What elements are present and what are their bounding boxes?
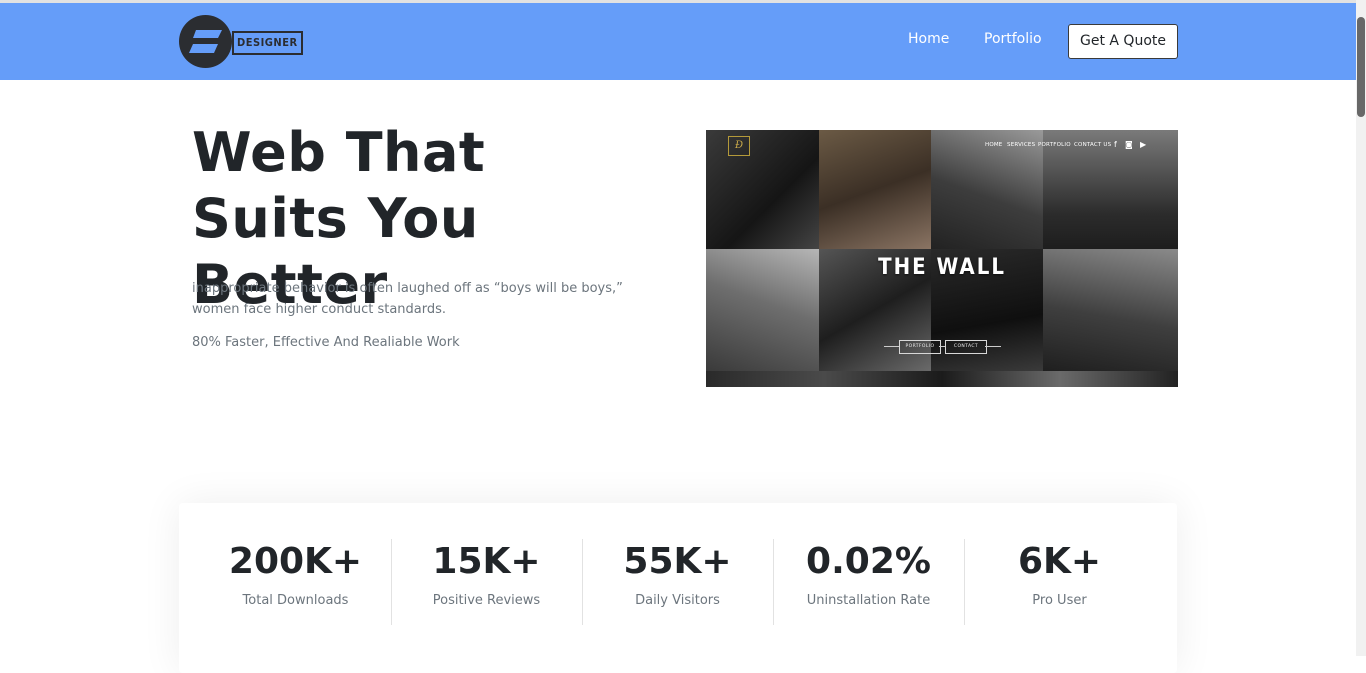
instagram-icon: ◙ [1125,140,1133,149]
stat-pro-user: 6K+ Pro User [964,503,1155,656]
page-scrollbar[interactable] [1356,0,1366,656]
logo-text: DESIGNER [232,31,303,55]
stats-panel: 200K+ Total Downloads 15K+ Positive Revi… [179,503,1177,673]
stat-value: 6K+ [1017,541,1102,582]
hero-title-line-1: Web That [192,121,486,184]
site-logo[interactable]: DESIGNER [179,15,303,69]
stat-value: 55K+ [623,541,732,582]
stat-total-downloads: 200K+ Total Downloads [200,503,391,656]
facebook-icon: f [1114,140,1117,149]
stat-daily-visitors: 55K+ Daily Visitors [582,503,773,656]
preview-nav-home: HOME [985,142,1003,148]
preview-portfolio-button: PORTFOLIO [899,340,941,354]
stat-label: Positive Reviews [432,593,541,608]
nav-home-link[interactable]: Home [908,31,949,47]
get-a-quote-button[interactable]: Get A Quote [1068,24,1178,59]
stat-value: 15K+ [432,541,541,582]
stat-label: Total Downloads [242,593,349,608]
stat-label: Daily Visitors [635,593,720,608]
stat-value: 200K+ [228,541,363,582]
navbar: DESIGNER Home Portfolio Get A Quote [0,3,1356,80]
stat-value: 0.02% [806,541,931,582]
preview-line-left [884,346,900,347]
hero-description: inappropriate behavior is often laughed … [192,281,623,317]
photo-tile [706,130,819,249]
preview-line-right [985,346,1001,347]
website-preview-image: Đ HOME SERVICES PORTFOLIO CONTACT US f ◙… [706,130,1178,387]
preview-title: THE WALL [878,255,1006,280]
preview-contact-button: CONTACT [945,340,987,354]
hero-subtext: 80% Faster, Effective And Realiable Work [192,335,460,350]
youtube-icon: ▶ [1140,140,1147,149]
preview-nav-contact: CONTACT US [1074,142,1112,148]
stat-label: Pro User [1032,593,1087,608]
nav-portfolio-link[interactable]: Portfolio [984,31,1042,47]
photo-tile [706,371,1178,387]
stat-positive-reviews: 15K+ Positive Reviews [391,503,582,656]
photo-tile [819,130,931,249]
preview-nav-portfolio: PORTFOLIO [1038,142,1071,148]
preview-logo: Đ [728,136,750,156]
stat-uninstallation-rate: 0.02% Uninstallation Rate [773,503,964,656]
preview-nav-services: SERVICES [1007,142,1036,148]
scrollbar-thumb[interactable] [1357,17,1365,117]
stat-label: Uninstallation Rate [806,593,931,608]
logo-mark-icon [179,15,232,68]
